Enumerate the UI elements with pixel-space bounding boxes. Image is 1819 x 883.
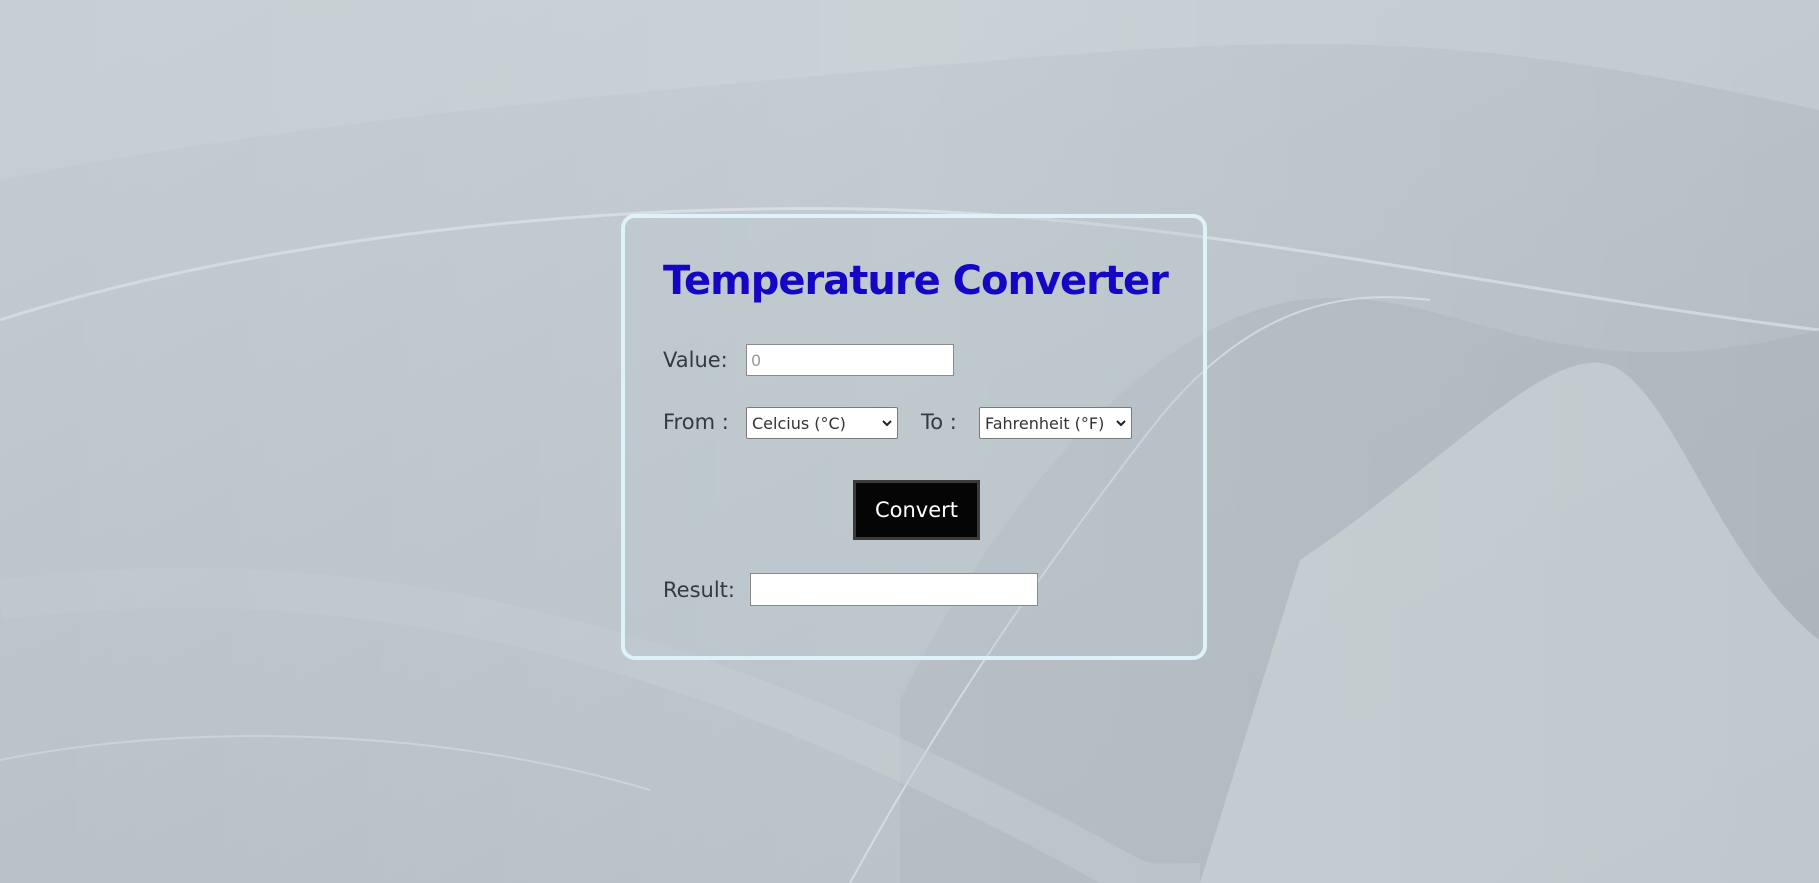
from-unit-select[interactable]: Celcius (°C): [746, 407, 898, 439]
chevron-down-icon: [882, 420, 892, 427]
result-label: Result:: [663, 578, 735, 602]
to-label: To :: [921, 410, 957, 434]
value-input[interactable]: [746, 344, 954, 376]
to-unit-select[interactable]: Fahrenheit (°F): [979, 407, 1132, 439]
value-label: Value:: [663, 348, 728, 372]
result-field[interactable]: [750, 573, 1038, 606]
from-unit-selected: Celcius (°C): [752, 413, 846, 433]
to-unit-selected: Fahrenheit (°F): [985, 413, 1105, 433]
page-title: Temperature Converter: [663, 258, 1169, 304]
convert-button[interactable]: Convert: [853, 480, 980, 540]
converter-card: Temperature Converter Value: From : Celc…: [621, 214, 1207, 660]
chevron-down-icon: [1116, 420, 1126, 427]
from-label: From :: [663, 410, 729, 434]
